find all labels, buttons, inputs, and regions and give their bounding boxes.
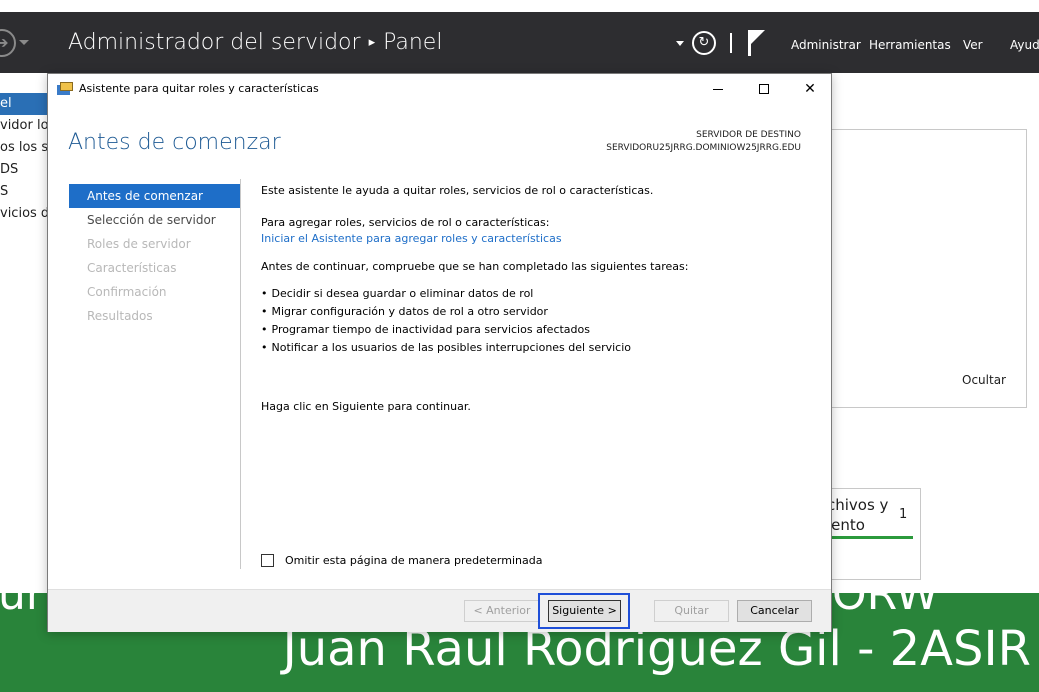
- wallpaper-text-line1-right: ORW: [832, 593, 939, 620]
- dialog-footer: < Anterior Siguiente > Quitar Cancelar: [48, 589, 831, 632]
- intro-text: Este asistente le ayuda a quitar roles, …: [261, 184, 654, 197]
- maximize-icon: [759, 84, 769, 94]
- step-antes-de-comenzar[interactable]: Antes de comenzar: [69, 184, 240, 208]
- dialog-title: Asistente para quitar roles y caracterís…: [79, 82, 319, 95]
- server-manager-app-icon: [57, 82, 73, 95]
- hide-link[interactable]: Ocultar: [962, 373, 1006, 387]
- back-arrow-icon[interactable]: ➔: [0, 29, 16, 57]
- dialog-titlebar[interactable]: Asistente para quitar roles y caracterís…: [48, 74, 831, 104]
- task-item: Programar tiempo de inactividad para ser…: [261, 323, 591, 336]
- chevron-down-icon[interactable]: [676, 40, 684, 46]
- page-title: Administrador del servidor ▸ Panel: [68, 30, 442, 55]
- step-roles-de-servidor: Roles de servidor: [87, 237, 191, 251]
- menu-herramientas[interactable]: Herramientas: [869, 38, 951, 52]
- destination-server-value: SERVIDORU25JRRG.DOMINIOW25JRRG.EDU: [606, 143, 801, 153]
- add-roles-wizard-link[interactable]: Iniciar el Asistente para agregar roles …: [261, 232, 562, 245]
- step-caracteristicas: Características: [87, 261, 177, 275]
- cancel-button[interactable]: Cancelar: [737, 600, 812, 622]
- task-item: Decidir si desea guardar o eliminar dato…: [261, 287, 534, 300]
- menu-ver[interactable]: Ver: [963, 38, 983, 52]
- remove-roles-wizard-dialog: Asistente para quitar roles y caracterís…: [47, 73, 832, 632]
- tile-count: 1: [899, 507, 908, 522]
- window-top-strip: [0, 0, 1039, 12]
- click-next-text: Haga clic en Siguiente para continuar.: [261, 400, 471, 413]
- tile-label: chivos y iento: [827, 496, 889, 534]
- previous-button[interactable]: < Anterior: [464, 600, 540, 622]
- maximize-button[interactable]: [741, 74, 787, 104]
- minimize-icon: [713, 88, 723, 90]
- quit-button[interactable]: Quitar: [654, 600, 729, 622]
- skip-page-label: Omitir esta página de manera predetermin…: [285, 554, 543, 567]
- menu-ayuda[interactable]: Ayuda: [1010, 38, 1039, 52]
- wallpaper-text-line1-left: ur: [0, 593, 44, 620]
- add-prompt-text: Para agregar roles, servicios de rol o c…: [261, 216, 550, 229]
- skip-page-option[interactable]: Omitir esta página de manera predetermin…: [261, 554, 542, 567]
- next-button-highlight: [538, 593, 630, 629]
- app-title: Administrador del servidor: [68, 30, 361, 55]
- breadcrumb-separator-icon: ▸: [368, 35, 376, 50]
- task-item: Notificar a los usuarios de las posibles…: [261, 341, 632, 354]
- breadcrumb-page: Panel: [383, 30, 443, 55]
- before-continue-text: Antes de continuar, compruebe que se han…: [261, 260, 689, 273]
- header-tools: ↻: [676, 28, 766, 58]
- minimize-button[interactable]: [695, 74, 741, 104]
- task-item: Migrar configuración y datos de rol a ot…: [261, 305, 548, 318]
- step-confirmacion: Confirmación: [87, 285, 167, 299]
- divider: [240, 179, 241, 569]
- close-icon: ✕: [804, 81, 816, 97]
- notifications-flag-icon[interactable]: [748, 30, 766, 56]
- step-resultados: Resultados: [87, 309, 153, 323]
- tile-status-bar: [827, 536, 913, 539]
- page-heading: Antes de comenzar: [68, 130, 281, 155]
- destination-server-label: SERVIDOR DE DESTINO: [696, 130, 801, 140]
- menu-administrar[interactable]: Administrar: [791, 38, 861, 52]
- close-button[interactable]: ✕: [787, 74, 833, 104]
- skip-page-checkbox[interactable]: [261, 554, 274, 567]
- server-manager-header: ➔ Administrador del servidor ▸ Panel ↻ Adm…: [0, 12, 1039, 73]
- divider: [730, 33, 732, 53]
- refresh-icon[interactable]: ↻: [692, 31, 716, 55]
- history-dropdown-icon[interactable]: [19, 40, 29, 45]
- step-seleccion-de-servidor[interactable]: Selección de servidor: [69, 208, 240, 232]
- wizard-steps-nav: Antes de comenzar Selección de servidor …: [69, 184, 240, 328]
